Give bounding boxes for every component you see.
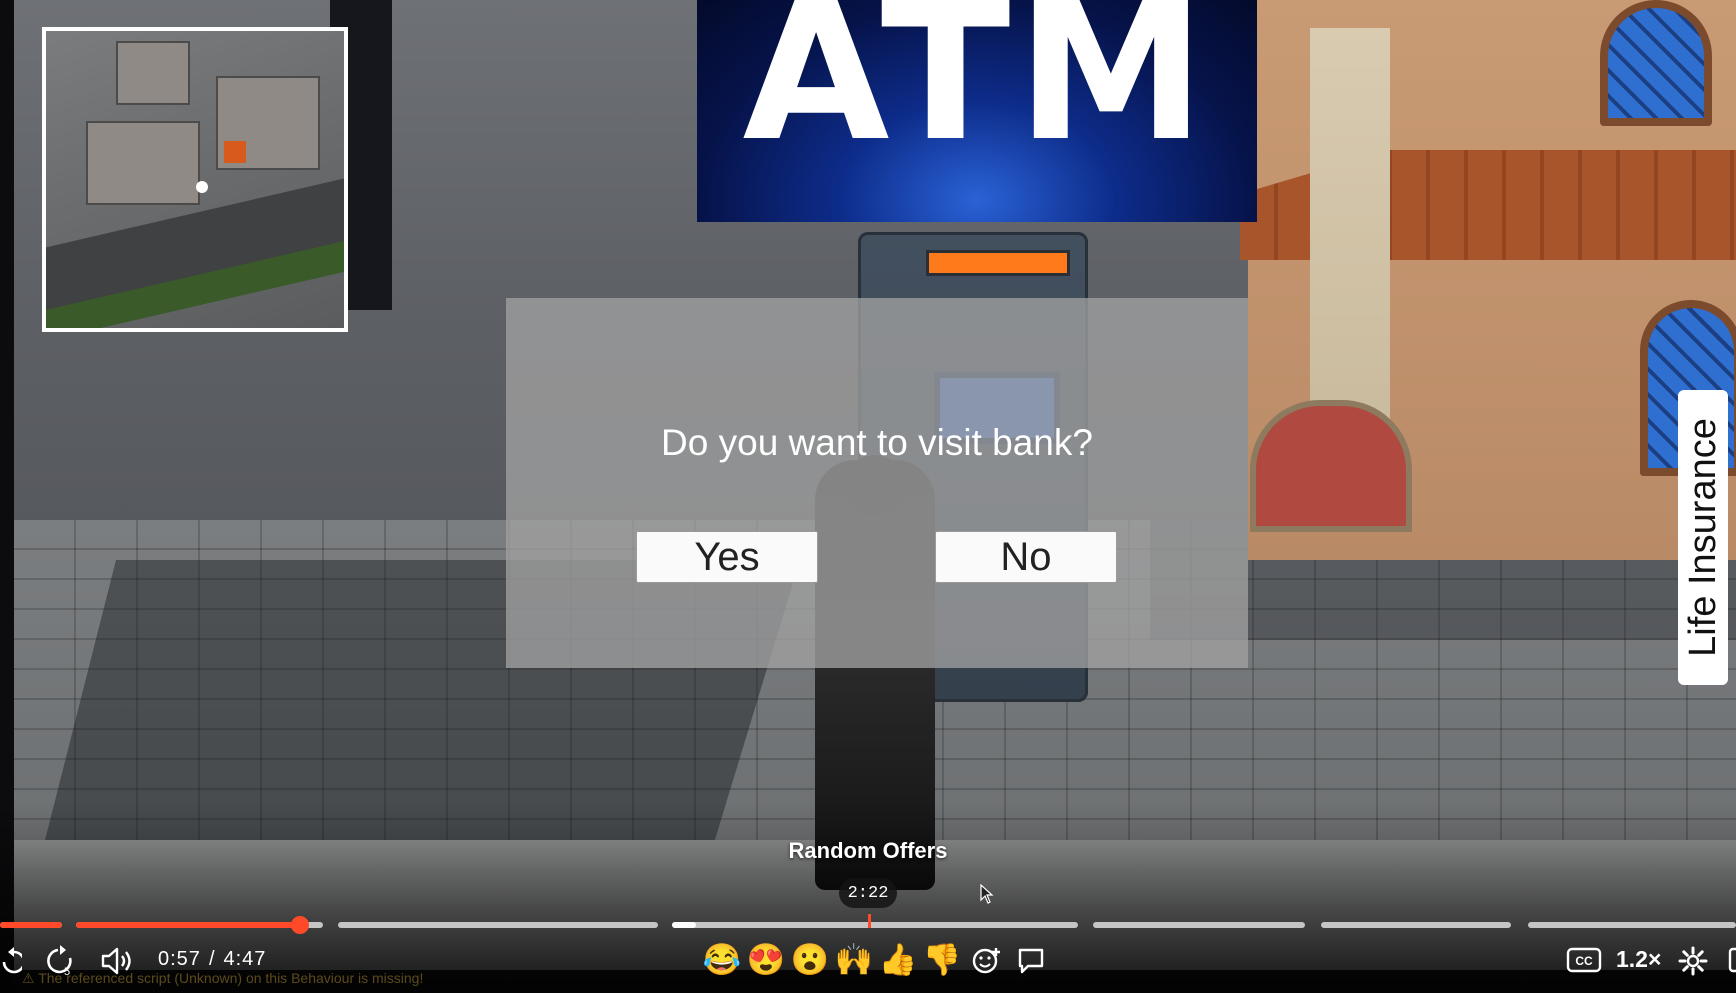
- chapter-segment-hovered[interactable]: [672, 922, 1078, 928]
- thumbs-down-reaction-icon[interactable]: 👎: [922, 940, 962, 980]
- mouse-cursor-icon: [980, 883, 994, 909]
- progress-fill: [0, 922, 62, 928]
- hover-fill: [672, 922, 696, 928]
- chapter-segment[interactable]: [0, 922, 62, 928]
- captions-label: CC: [1575, 954, 1593, 968]
- laughing-reaction-icon[interactable]: 😂: [702, 940, 742, 980]
- add-reaction-icon[interactable]: [968, 942, 1006, 980]
- visit-bank-dialog: Do you want to visit bank? Yes No: [506, 298, 1248, 668]
- thumbs-up-reaction-icon[interactable]: 👍: [878, 940, 918, 980]
- minimap: [42, 27, 348, 332]
- heart-eyes-reaction-icon[interactable]: 😍: [746, 940, 786, 980]
- cottage-window-upper: [1600, 0, 1712, 126]
- progress-fill: [76, 922, 299, 928]
- raised-hands-reaction-icon[interactable]: 🙌: [834, 940, 874, 980]
- life-insurance-label: Life Insurance: [1681, 418, 1724, 657]
- yes-button[interactable]: Yes: [636, 531, 818, 583]
- chapter-segment[interactable]: [338, 922, 658, 928]
- captions-icon[interactable]: CC: [1566, 946, 1602, 974]
- time-separator: /: [208, 948, 216, 970]
- scrubber-handle[interactable]: [291, 916, 309, 934]
- minimap-building: [116, 41, 190, 105]
- hover-time-tooltip: 2:22: [839, 878, 897, 908]
- atm-sign: ATM: [697, 0, 1257, 222]
- playback-speed-button[interactable]: 1.2×: [1616, 946, 1661, 973]
- rewind-icon[interactable]: [0, 944, 22, 978]
- atm-sign-text: ATM: [742, 0, 1212, 183]
- hover-position-marker: [868, 914, 871, 928]
- console-warning: ⚠ The referenced script (Unknown) on thi…: [22, 970, 424, 986]
- dialog-question: Do you want to visit bank?: [661, 422, 1093, 463]
- time-display: 0:57 / 4:47: [158, 948, 266, 971]
- life-insurance-tab[interactable]: Life Insurance: [1678, 390, 1728, 685]
- atm-light-bar: [926, 250, 1070, 276]
- chapter-segment[interactable]: [1093, 922, 1305, 928]
- minimap-building: [86, 121, 200, 205]
- minimap-player-dot: [196, 181, 208, 193]
- chapter-title: Random Offers: [788, 838, 948, 863]
- video-player[interactable]: ATM Do you want to visit bank? Yes No Li…: [0, 0, 1736, 993]
- chapter-segment[interactable]: [1528, 922, 1736, 928]
- comment-icon[interactable]: [1012, 942, 1050, 980]
- current-time: 0:57: [158, 948, 201, 970]
- settings-gear-icon[interactable]: [1676, 944, 1710, 978]
- fullscreen-icon[interactable]: [1728, 946, 1736, 974]
- chapter-segment[interactable]: [76, 922, 323, 928]
- chapter-segment[interactable]: [1321, 922, 1511, 928]
- minimap-atm-marker: [224, 141, 246, 163]
- brick-oven: [1250, 400, 1412, 532]
- total-duration: 4:47: [223, 948, 267, 970]
- no-button[interactable]: No: [935, 531, 1117, 583]
- surprised-reaction-icon[interactable]: 😮: [790, 940, 830, 980]
